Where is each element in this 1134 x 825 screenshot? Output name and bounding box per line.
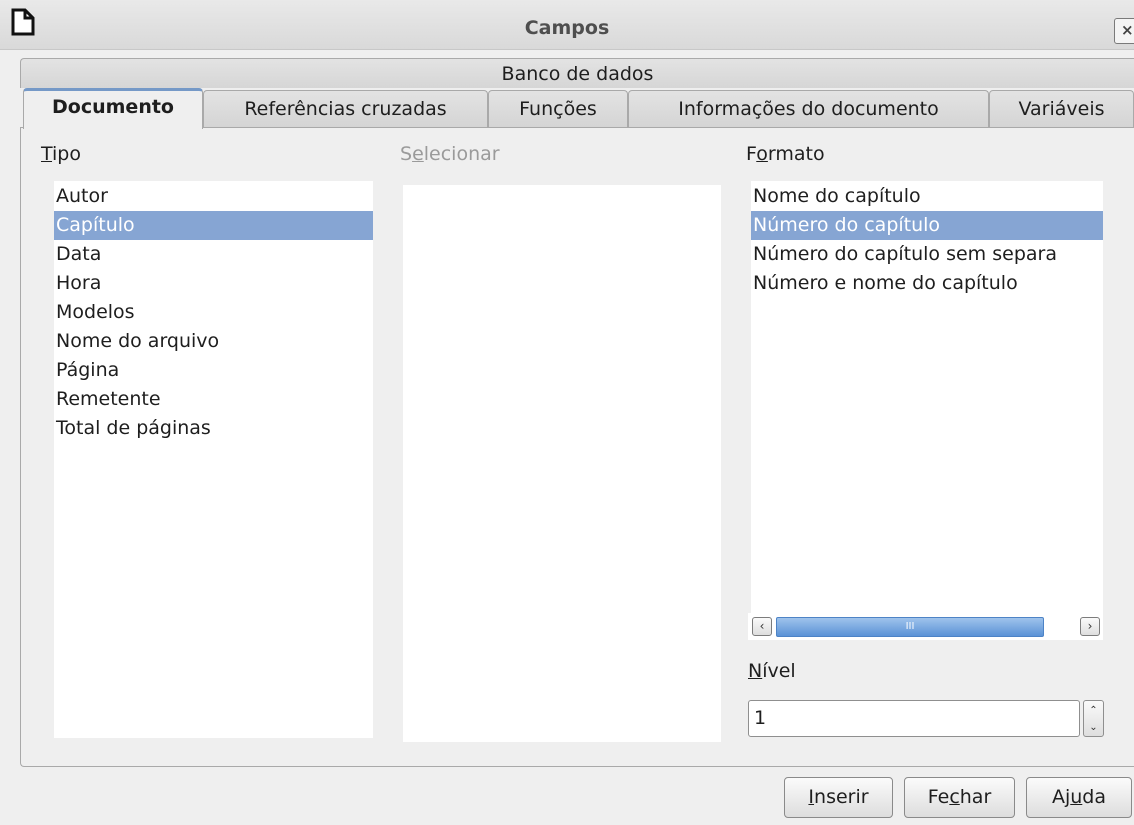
formato-list[interactable]: Nome do capítulo Número do capítulo Núme… — [751, 181, 1103, 613]
list-item[interactable]: Data — [54, 240, 373, 269]
list-item[interactable]: Remetente — [54, 385, 373, 414]
chevron-up-icon[interactable]: ⌃ — [1084, 702, 1103, 719]
formato-horizontal-scrollbar[interactable]: ‹ III › — [748, 613, 1103, 640]
window-title: Campos — [524, 17, 610, 39]
title-bar: Campos × — [0, 0, 1134, 50]
chevron-down-icon[interactable]: ⌄ — [1084, 719, 1103, 736]
selecionar-label: Selecionar — [400, 143, 500, 165]
scroll-right-icon[interactable]: › — [1080, 617, 1100, 636]
scroll-left-icon[interactable]: ‹ — [752, 617, 772, 636]
tab-bar: Documento Referências cruzadas Funções I… — [20, 88, 1134, 129]
nivel-stepper[interactable]: ⌃ ⌄ — [1083, 700, 1104, 737]
tipo-list[interactable]: Autor Capítulo Data Hora Modelos Nome do… — [54, 181, 373, 738]
ajuda-button[interactable]: Ajuda — [1026, 777, 1132, 818]
list-item[interactable]: Autor — [54, 182, 373, 211]
list-item[interactable]: Nome do arquivo — [54, 327, 373, 356]
formato-label: Formato — [746, 143, 825, 165]
tab-documento[interactable]: Documento — [23, 88, 203, 129]
selecionar-list[interactable] — [403, 185, 721, 742]
list-item[interactable]: Hora — [54, 269, 373, 298]
tab-banco-de-dados[interactable]: Banco de dados — [20, 58, 1134, 88]
list-item-selected[interactable]: Capítulo — [54, 211, 373, 240]
list-item[interactable]: Modelos — [54, 298, 373, 327]
tipo-label: Tipo — [41, 143, 81, 165]
list-item[interactable]: Página — [54, 356, 373, 385]
nivel-label: Nível — [748, 660, 796, 682]
tab-variaveis[interactable]: Variáveis — [989, 90, 1134, 128]
nivel-input[interactable]: 1 — [748, 700, 1080, 737]
list-item-selected[interactable]: Número do capítulo — [751, 211, 1103, 240]
tab-referencias-cruzadas[interactable]: Referências cruzadas — [203, 90, 488, 128]
tab-informacoes-do-documento[interactable]: Informações do documento — [628, 90, 989, 128]
close-button[interactable]: × — [1114, 18, 1134, 44]
scrollbar-thumb[interactable]: III — [776, 617, 1044, 637]
list-item[interactable]: Total de páginas — [54, 414, 373, 443]
inserir-button[interactable]: Inserir — [784, 777, 893, 818]
list-item[interactable]: Número e nome do capítulo — [751, 269, 1103, 298]
list-item[interactable]: Número do capítulo sem separa — [751, 240, 1103, 269]
list-item[interactable]: Nome do capítulo — [751, 182, 1103, 211]
fechar-button[interactable]: Fechar — [904, 777, 1015, 818]
tab-funcoes[interactable]: Funções — [488, 90, 628, 128]
